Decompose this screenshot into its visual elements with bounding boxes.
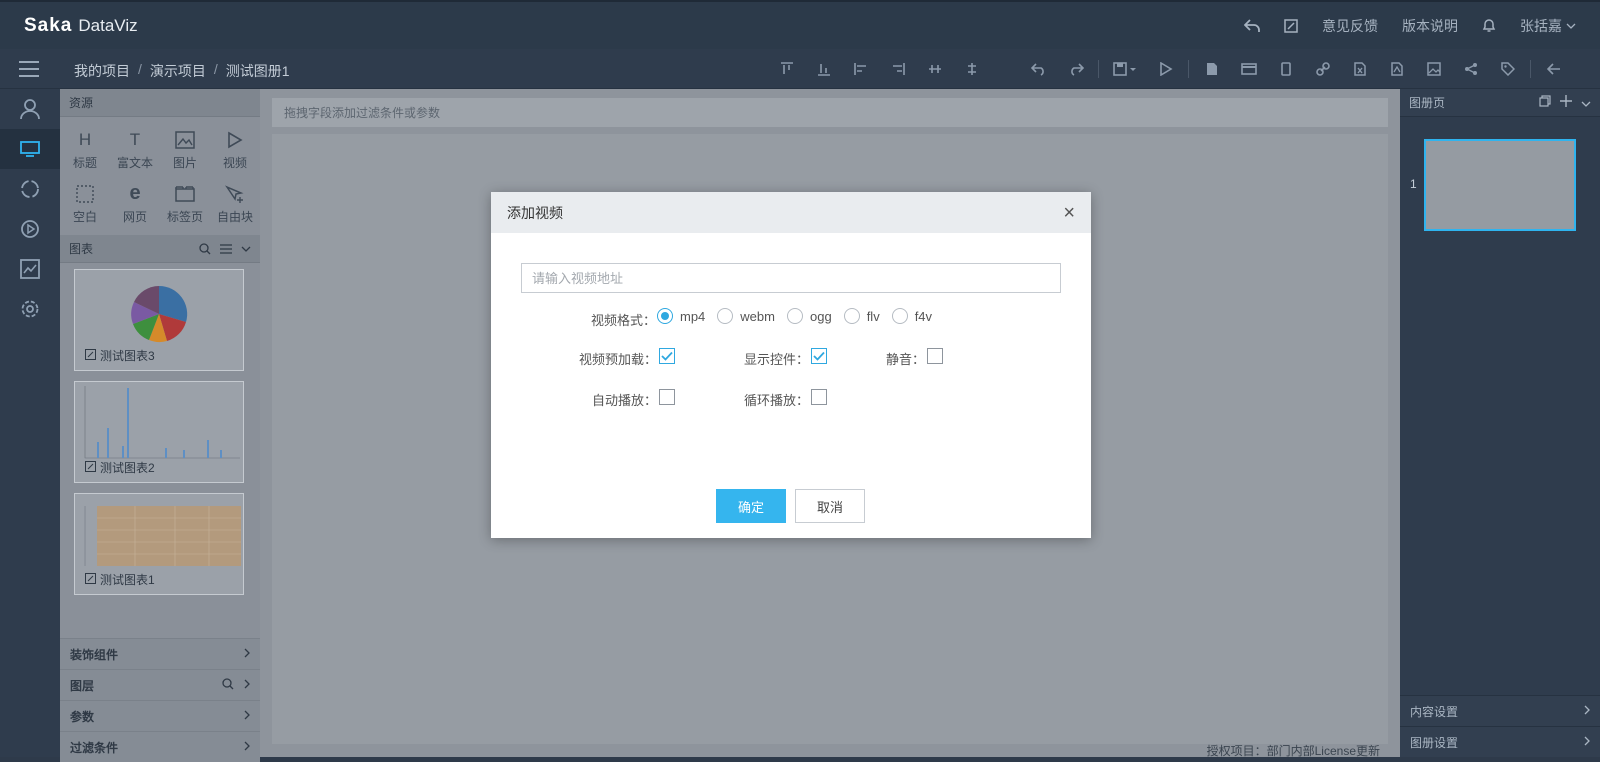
radio-label: webm [740,308,775,324]
format-radio-webm[interactable]: webm [717,308,775,324]
format-radio-group: mp4 webm ogg flv f4v [657,308,944,324]
autoplay-label: 自动播放： [591,393,657,408]
radio-label: f4v [914,308,933,324]
mute-label: 静音： [885,352,925,367]
checkmark-icon [661,351,673,361]
radio-circle [843,308,860,324]
controls-label: 显示控件： [743,352,809,367]
dialog-title: 添加视频 [507,204,563,221]
format-label: 视频格式： [590,313,656,328]
radio-label: ogg [809,308,832,324]
autoplay-checkbox[interactable] [659,389,675,405]
loop-label: 循环播放： [743,393,809,408]
format-radio-mp4[interactable]: mp4 [657,308,705,324]
radio-circle [891,308,908,324]
radio-circle [717,308,734,324]
radio-label: mp4 [680,308,706,324]
radio-label: flv [866,308,880,324]
checkmark-icon [813,351,825,361]
dialog-header: 添加视频 × [491,192,1091,233]
preload-label: 视频预加载： [578,352,657,367]
format-radio-f4v[interactable]: f4v [891,308,933,324]
format-radio-flv[interactable]: flv [843,308,880,324]
preload-checkbox[interactable] [659,348,675,364]
add-video-dialog: 添加视频 × 视频格式： mp4 webm ogg flv f4v 视频预加载：… [491,192,1091,538]
format-radio-ogg[interactable]: ogg [786,308,832,324]
radio-circle [786,308,803,324]
loop-checkbox[interactable] [811,389,827,405]
cancel-button[interactable]: 取消 [795,489,865,523]
confirm-button[interactable]: 确定 [716,489,786,523]
radio-circle [657,308,673,324]
close-icon[interactable]: × [1063,203,1075,223]
mute-checkbox[interactable] [927,348,943,364]
controls-checkbox[interactable] [811,348,827,364]
video-url-input[interactable] [521,263,1061,293]
modal-overlay: 添加视频 × 视频格式： mp4 webm ogg flv f4v 视频预加载：… [0,0,1600,757]
